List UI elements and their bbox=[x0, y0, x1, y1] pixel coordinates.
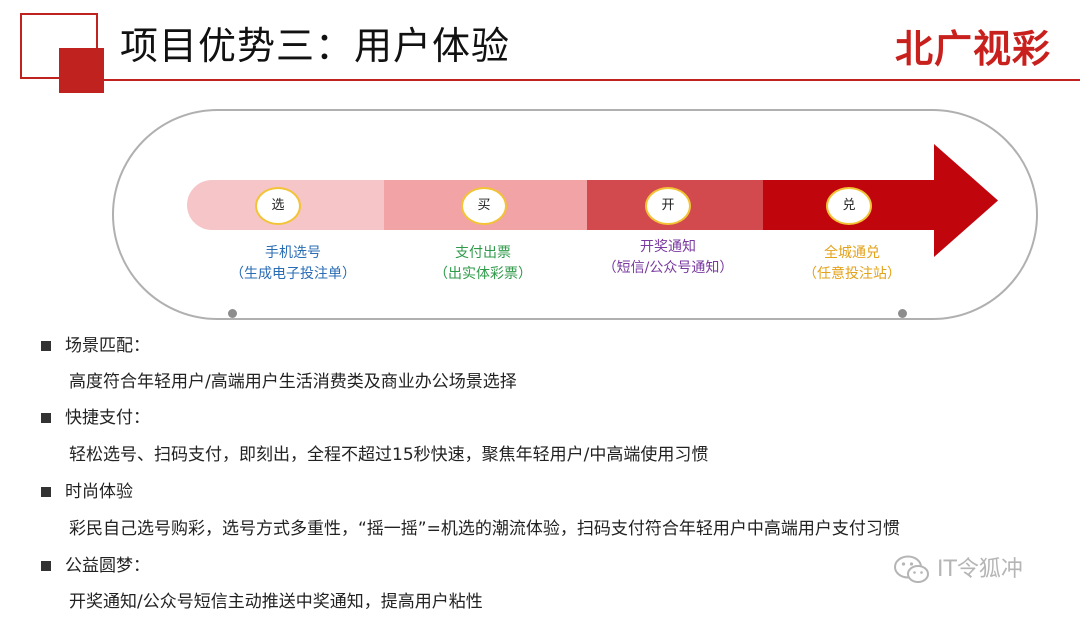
watermark-text: IT令狐冲 bbox=[937, 557, 1023, 582]
step-draw-subtitle: （短信/公众号通知） bbox=[602, 260, 734, 276]
step-badge-draw: 开 bbox=[645, 187, 691, 225]
step-select-label: 手机选号 （生成电子投注单） bbox=[193, 243, 393, 285]
feature-body-scene: 高度符合年轻用户/高端用户生活消费类及商业办公场景选择 bbox=[69, 372, 517, 392]
feature-title-style: 时尚体验 bbox=[65, 482, 133, 502]
brand-logo: 北广视彩 bbox=[895, 27, 1052, 71]
step-select-subtitle: （生成电子投注单） bbox=[230, 266, 356, 282]
step-redeem-title: 全城通兑 bbox=[824, 245, 880, 261]
feature-body-payment: 轻松选号、扫码支付，即刻出，全程不超过15秒快速，聚焦年轻用户/中高端使用习惯 bbox=[69, 445, 709, 465]
feature-title-payment: 快捷支付： bbox=[65, 408, 150, 428]
step-redeem-subtitle: （任意投注站） bbox=[803, 266, 901, 282]
page-title: 项目优势三：用户体验 bbox=[120, 24, 511, 68]
step-badge-buy: 买 bbox=[461, 187, 507, 225]
step-redeem-label: 全城通兑 （任意投注站） bbox=[752, 243, 952, 285]
feature-title-charity: 公益圆梦： bbox=[65, 556, 150, 576]
feature-body-charity: 开奖通知/公众号短信主动推送中奖通知，提高用户粘性 bbox=[69, 592, 483, 612]
wechat-icon bbox=[894, 555, 929, 583]
feature-body-style: 彩民自己选号购彩，选号方式多重性，“摇一摇”=机选的潮流体验，扫码支付符合年轻用… bbox=[69, 519, 900, 539]
arrow-head bbox=[934, 144, 998, 257]
step-select-title: 手机选号 bbox=[265, 245, 321, 261]
step-buy-subtitle: （出实体彩票） bbox=[434, 266, 532, 282]
feature-title-scene: 场景匹配： bbox=[65, 336, 150, 356]
track-dot-right bbox=[898, 309, 907, 318]
bullet-marker bbox=[41, 413, 51, 423]
step-draw-label: 开奖通知 （短信/公众号通知） bbox=[568, 237, 768, 279]
header-rule bbox=[104, 79, 1080, 81]
header-decoration-square bbox=[59, 48, 104, 93]
step-badge-redeem: 兑 bbox=[826, 187, 872, 225]
step-buy-label: 支付出票 （出实体彩票） bbox=[383, 243, 583, 285]
bullet-marker bbox=[41, 561, 51, 571]
track-dot-left bbox=[228, 309, 237, 318]
step-buy-title: 支付出票 bbox=[455, 245, 511, 261]
bullet-marker bbox=[41, 487, 51, 497]
step-badge-select: 选 bbox=[255, 187, 301, 225]
step-draw-title: 开奖通知 bbox=[640, 239, 696, 255]
bullet-marker bbox=[41, 341, 51, 351]
